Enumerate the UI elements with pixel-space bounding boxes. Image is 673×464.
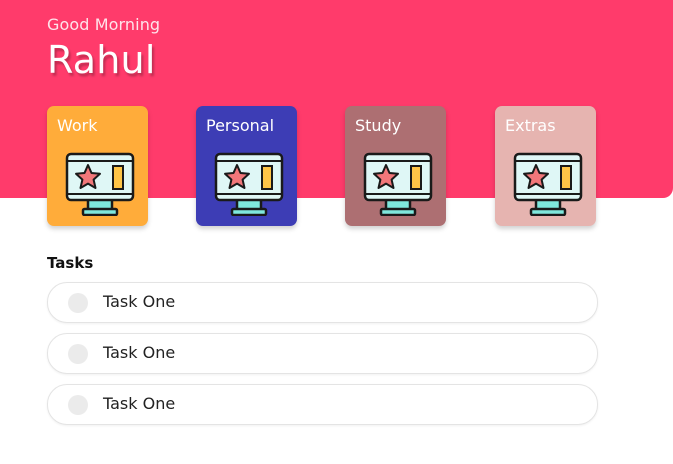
category-label: Extras [505, 116, 556, 135]
task-label: Task One [103, 394, 176, 413]
tasks-heading: Tasks [47, 254, 94, 272]
task-item[interactable]: Task One [47, 282, 598, 323]
user-name: Rahul [47, 38, 156, 82]
task-checkbox[interactable] [68, 344, 88, 364]
task-checkbox[interactable] [68, 395, 88, 415]
monitor-star-icon [65, 152, 135, 216]
task-item[interactable]: Task One [47, 384, 598, 425]
category-label: Personal [206, 116, 275, 135]
task-label: Task One [103, 292, 176, 311]
task-item[interactable]: Task One [47, 333, 598, 374]
app-screen: Good Morning Rahul Work Personal Study E… [0, 0, 673, 464]
category-card-study[interactable]: Study [345, 106, 446, 226]
monitor-star-icon [214, 152, 284, 216]
task-checkbox[interactable] [68, 293, 88, 313]
task-label: Task One [103, 343, 176, 362]
category-card-extras[interactable]: Extras [495, 106, 596, 226]
greeting-text: Good Morning [47, 15, 161, 34]
category-list: Work Personal Study Extras [0, 106, 673, 228]
monitor-star-icon [513, 152, 583, 216]
category-label: Study [355, 116, 402, 135]
category-label: Work [57, 116, 98, 135]
category-card-work[interactable]: Work [47, 106, 148, 226]
category-card-personal[interactable]: Personal [196, 106, 297, 226]
monitor-star-icon [363, 152, 433, 216]
